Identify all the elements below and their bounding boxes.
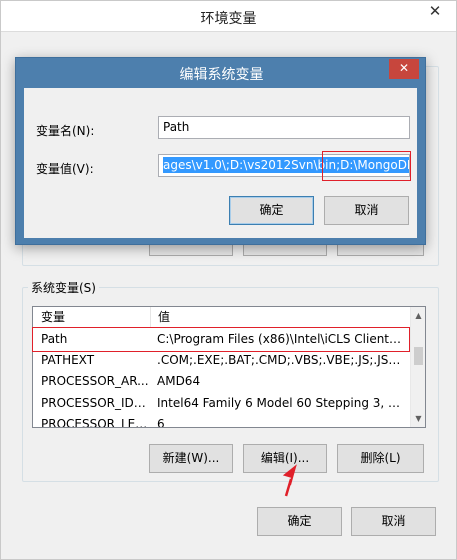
window-title: 环境变量: [200, 11, 257, 27]
row-value: 6: [157, 417, 165, 428]
new-button[interactable]: 新建(W)...: [149, 444, 233, 473]
column-header-value[interactable]: 值: [150, 307, 410, 328]
scroll-thumb[interactable]: [414, 347, 423, 365]
row-value: Intel64 Family 6 Model 60 Stepping 3, G.…: [157, 396, 405, 410]
row-name: PATHEXT: [41, 353, 95, 367]
mongodb-path-highlight: [322, 151, 411, 181]
list-scrollbar[interactable]: ▲ ▼: [410, 307, 425, 427]
arrow-up-icon: [282, 464, 297, 497]
scroll-up-icon[interactable]: ▲: [411, 307, 425, 324]
close-icon[interactable]: ✕: [415, 1, 455, 23]
variable-value-label: 变量值(V):: [36, 162, 94, 176]
row-value: .COM;.EXE;.BAT;.CMD;.VBS;.VBE;.JS;.JSE;.…: [157, 353, 405, 367]
table-row[interactable]: PROCESSOR_AR... AMD64: [33, 371, 411, 392]
scroll-down-icon[interactable]: ▼: [411, 410, 425, 427]
row-name: PROCESSOR_IDE...: [41, 396, 149, 410]
column-header-variable[interactable]: 变量: [33, 307, 150, 328]
ok-button[interactable]: 确定: [257, 507, 342, 536]
delete-button[interactable]: 删除(L): [337, 444, 424, 473]
table-row[interactable]: PROCESSOR_IDE... Intel64 Family 6 Model …: [33, 393, 411, 414]
variable-name-input[interactable]: Path: [158, 116, 410, 139]
system-variables-label: 系统变量(S): [28, 279, 99, 296]
row-value: AMD64: [157, 374, 201, 388]
row-name: PROCESSOR_AR...: [41, 374, 149, 388]
path-row-highlight: [32, 327, 410, 352]
dialog-close-icon[interactable]: ✕: [389, 59, 419, 79]
variable-name-text: Path: [163, 120, 190, 134]
table-row[interactable]: PATHEXT .COM;.EXE;.BAT;.CMD;.VBS;.VBE;.J…: [33, 350, 411, 371]
dialog-ok-button[interactable]: 确定: [229, 196, 314, 225]
dialog-cancel-button[interactable]: 取消: [324, 196, 409, 225]
system-variables-list[interactable]: 变量 值 Path C:\Program Files (x86)\Intel\i…: [32, 306, 426, 428]
window-titlebar: 环境变量 ✕: [1, 1, 456, 31]
table-row[interactable]: PROCESSOR_LEV... 6: [33, 414, 411, 428]
variable-name-label: 变量名(N):: [36, 124, 95, 138]
row-name: PROCESSOR_LEV...: [41, 417, 149, 428]
cancel-button[interactable]: 取消: [351, 507, 436, 536]
list-header: 变量 值: [33, 307, 411, 328]
dialog-title: 编辑系统变量: [179, 67, 264, 83]
